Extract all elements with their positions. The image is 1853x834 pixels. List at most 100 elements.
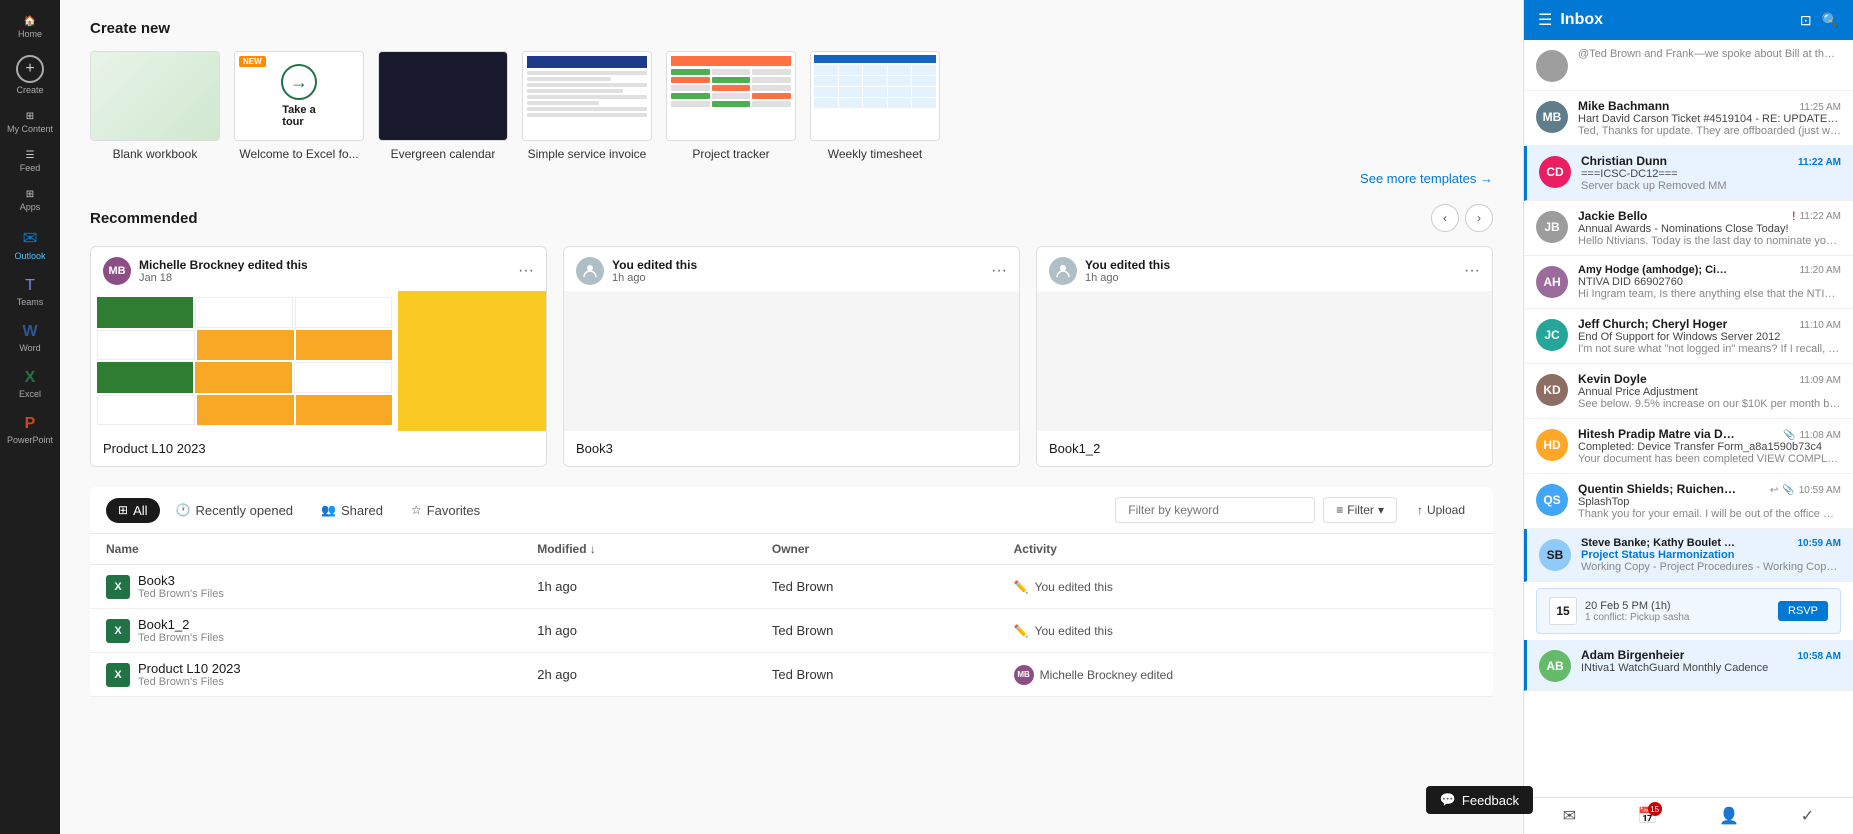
msg-avatar: AH	[1536, 266, 1568, 298]
search-icon[interactable]: 🔍	[1822, 12, 1839, 29]
calendar-label: Evergreen calendar	[391, 147, 496, 161]
msg-sender: Kevin Doyle	[1578, 372, 1647, 386]
avatar-mb: MB	[103, 257, 131, 285]
message-item[interactable]: QS Quentin Shields; Ruichen Chow ↩ 📎 10:…	[1524, 474, 1853, 529]
msg-preview: See below. 9.5% increase on our $10K per…	[1578, 398, 1841, 410]
file-name-cell-book3: X Book3 Ted Brown's Files	[90, 565, 521, 609]
msg-content: Quentin Shields; Ruichen Chow ↩ 📎 10:59 …	[1578, 482, 1841, 520]
contacts-bottom-icon[interactable]: 👤	[1719, 806, 1739, 826]
sidebar-item-teams[interactable]: T Teams	[0, 269, 60, 315]
msg-preview: Ted, Thanks for update. They are offboar…	[1578, 125, 1841, 137]
calendar-badge: 15	[1648, 802, 1662, 816]
msg-time: 11:25 AM	[1799, 102, 1841, 113]
upload-button[interactable]: ↑ Upload	[1405, 498, 1477, 522]
rec-card-footer-book12: Book1_2	[1037, 431, 1492, 466]
table-row[interactable]: X Product L10 2023 Ted Brown's Files 2h …	[90, 653, 1493, 697]
message-item[interactable]: AH Amy Hodge (amhodge); CiscoSoftware...…	[1524, 256, 1853, 309]
feed-icon: ☰	[26, 150, 35, 161]
rec-card-book3[interactable]: You edited this 1h ago ··· Book3	[563, 246, 1020, 467]
rec-card-product[interactable]: MB Michelle Brockney edited this Jan 18 …	[90, 246, 547, 467]
file-activity-product: MB Michelle Brockney edited	[998, 653, 1493, 697]
msg-avatar: KD	[1536, 374, 1568, 406]
msg-content: Amy Hodge (amhodge); CiscoSoftware... 11…	[1578, 264, 1841, 300]
template-project[interactable]: Project tracker	[666, 51, 796, 161]
rec-user-info-product: Michelle Brockney edited this Jan 18	[139, 258, 308, 284]
sidebar-item-apps[interactable]: ⊞ Apps	[0, 181, 60, 220]
template-invoice[interactable]: Simple service invoice	[522, 51, 652, 161]
calendar-date-box: 15	[1549, 597, 1577, 625]
sidebar-item-mycontent[interactable]: ⊞ My Content	[0, 103, 60, 142]
message-item[interactable]: AB Adam Birgenheier 10:58 AM INtiva1 Wat…	[1524, 640, 1853, 691]
rec-card-more-product[interactable]: ···	[518, 262, 534, 280]
rec-card-book12[interactable]: You edited this 1h ago ··· Book1_2	[1036, 246, 1493, 467]
msg-content: Christian Dunn 11:22 AM ===ICSC-DC12=== …	[1581, 154, 1841, 192]
rec-card-more-book12[interactable]: ···	[1464, 262, 1480, 280]
sidebar-item-feed[interactable]: ☰ Feed	[0, 142, 60, 181]
file-name-book12: Book1_2	[138, 617, 224, 632]
message-item[interactable]: CD Christian Dunn 11:22 AM ===ICSC-DC12=…	[1524, 146, 1853, 201]
recommended-prev-button[interactable]: ‹	[1431, 204, 1459, 232]
tab-shared[interactable]: 👥 Shared	[309, 498, 395, 523]
calendar-bottom-icon[interactable]: 📅 15	[1638, 806, 1658, 826]
hamburger-icon[interactable]: ☰	[1538, 10, 1552, 30]
msg-time: 11:20 AM	[1799, 265, 1841, 276]
file-owner-book3: Ted Brown	[756, 565, 998, 609]
sidebar-item-excel[interactable]: X Excel	[0, 361, 60, 407]
sidebar-item-powerpoint[interactable]: P PowerPoint	[0, 407, 60, 453]
main-content: Create new Blank workbook NEW → Take ato…	[60, 0, 1523, 834]
file-location-book3: Ted Brown's Files	[138, 588, 224, 600]
file-location-book12: Ted Brown's Files	[138, 632, 224, 644]
sidebar-item-word[interactable]: W Word	[0, 315, 60, 361]
tab-all-label: All	[133, 503, 147, 518]
template-tour[interactable]: NEW → Take atour Welcome to Excel fo...	[234, 51, 364, 161]
rec-user-book3: You edited this 1h ago	[576, 257, 697, 285]
filter-keyword-input[interactable]	[1115, 497, 1315, 523]
sidebar-item-outlook[interactable]: ✉ Outlook	[0, 220, 60, 269]
see-more-templates-link[interactable]: See more templates →	[1360, 171, 1493, 186]
message-item[interactable]: MB Mike Bachmann 11:25 AM Hart David Car…	[1524, 91, 1853, 146]
create-icon: +	[16, 55, 44, 83]
tasks-bottom-icon[interactable]: ✓	[1801, 806, 1814, 826]
rec-card-more-book3[interactable]: ···	[991, 262, 1007, 280]
col-modified[interactable]: Modified ↓	[521, 534, 756, 565]
msg-subject: Project Status Harmonization	[1581, 549, 1841, 561]
msg-avatar: CD	[1539, 156, 1571, 188]
message-item[interactable]: JB Jackie Bello ! 11:22 AM Annual Awards…	[1524, 201, 1853, 256]
template-timesheet[interactable]: Weekly timesheet	[810, 51, 940, 161]
activity-avatar: MB	[1014, 665, 1034, 685]
tab-favorites[interactable]: ☆ Favorites	[399, 498, 492, 523]
message-item[interactable]: @Ted Brown and Frank—we spoke about Bill…	[1524, 40, 1853, 91]
tab-all[interactable]: ⊞ All	[106, 498, 160, 523]
rec-user-time-book3: 1h ago	[612, 272, 697, 284]
files-table-header: Name Modified ↓ Owner Activity	[90, 534, 1493, 565]
table-row[interactable]: X Book1_2 Ted Brown's Files 1h ago Ted B…	[90, 609, 1493, 653]
outlook-icon: ✉	[22, 228, 37, 249]
upload-icon: ↑	[1417, 503, 1423, 517]
sidebar-item-home[interactable]: 🏠 Home	[0, 8, 60, 47]
template-blank[interactable]: Blank workbook	[90, 51, 220, 161]
feedback-button[interactable]: 💬 Feedback	[1426, 786, 1533, 814]
sidebar-item-create[interactable]: + Create	[0, 47, 60, 103]
tab-recently-opened[interactable]: 🕐 Recently opened	[164, 498, 306, 523]
minimize-icon[interactable]: ⊡	[1800, 12, 1812, 29]
message-item[interactable]: HD Hitesh Pradip Matre via DocuSign 📎 11…	[1524, 419, 1853, 474]
table-row[interactable]: X Book3 Ted Brown's Files 1h ago Ted Bro…	[90, 565, 1493, 609]
msg-time: 11:22 AM	[1799, 211, 1841, 222]
recommended-nav: ‹ ›	[1431, 204, 1493, 232]
rsvp-button[interactable]: RSVP	[1778, 601, 1828, 621]
rec-user-time-product: Jan 18	[139, 272, 308, 284]
recommended-next-button[interactable]: ›	[1465, 204, 1493, 232]
rec-user-info-book3: You edited this 1h ago	[612, 258, 697, 284]
message-item[interactable]: SB Steve Banke; Kathy Boulet Cox; Scott …	[1524, 529, 1853, 582]
file-modified-product: 2h ago	[521, 653, 756, 697]
create-new-section: Create new Blank workbook NEW → Take ato…	[90, 20, 1493, 186]
message-item[interactable]: KD Kevin Doyle 11:09 AM Annual Price Adj…	[1524, 364, 1853, 419]
msg-content: Mike Bachmann 11:25 AM Hart David Carson…	[1578, 99, 1841, 137]
template-calendar[interactable]: Evergreen calendar	[378, 51, 508, 161]
mail-bottom-icon[interactable]: ✉	[1563, 806, 1576, 826]
tab-favorites-label: Favorites	[427, 503, 480, 518]
message-item[interactable]: JC Jeff Church; Cheryl Hoger 11:10 AM En…	[1524, 309, 1853, 364]
excel-file-icon: X	[106, 663, 130, 687]
rec-card-preview-book3	[564, 291, 1019, 431]
filter-button[interactable]: ≡ Filter ▾	[1323, 497, 1397, 523]
